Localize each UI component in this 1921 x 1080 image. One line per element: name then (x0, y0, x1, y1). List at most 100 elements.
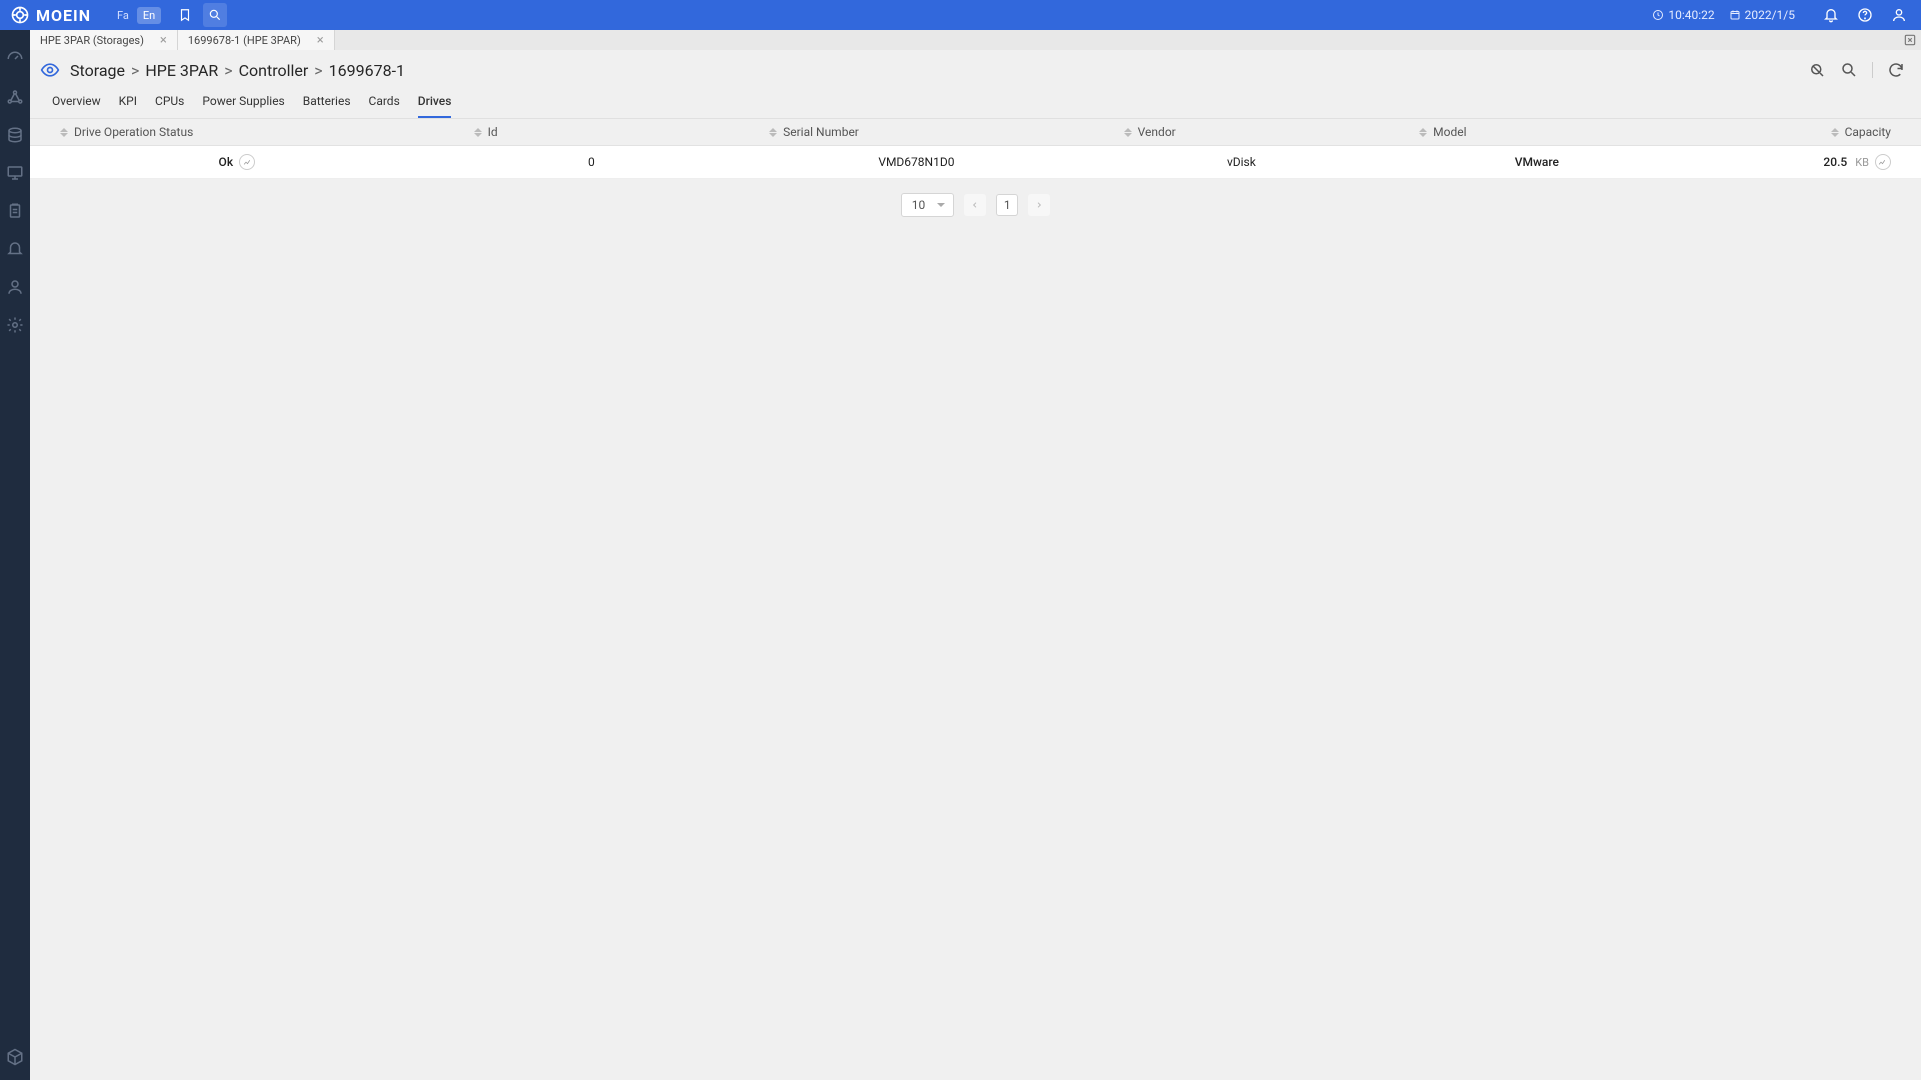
cell-model: VMware (1389, 154, 1684, 170)
tab-label: 1699678-1 (HPE 3PAR) (188, 34, 301, 47)
page-number[interactable]: 1 (996, 194, 1018, 216)
page-next-button[interactable] (1028, 194, 1050, 216)
breadcrumb: Storage > HPE 3PAR > Controller >1699678… (70, 61, 405, 80)
page-size-select[interactable]: 10 (901, 193, 955, 217)
col-label: Model (1433, 125, 1466, 139)
logo[interactable]: MOEIN (10, 5, 91, 25)
breadcrumb-hpe3par[interactable]: HPE 3PAR (145, 61, 218, 80)
refresh-button[interactable] (1887, 61, 1905, 79)
col-capacity[interactable]: Capacity (1685, 125, 1921, 139)
capacity-value: 20.5 (1823, 155, 1847, 169)
vendor-text: vDisk (1227, 155, 1256, 169)
col-serial[interactable]: Serial Number (739, 125, 1094, 139)
col-label: Drive Operation Status (74, 125, 193, 139)
subtab-kpi[interactable]: KPI (119, 94, 137, 118)
nav-dashboard[interactable] (6, 50, 24, 68)
app-shell: HPE 3PAR (Storages) × 1699678-1 (HPE 3PA… (0, 30, 1921, 1080)
table-header: Drive Operation Status Id Serial Number … (30, 119, 1921, 146)
tab-storages[interactable]: HPE 3PAR (Storages) × (30, 30, 178, 50)
view-icon (40, 60, 60, 80)
lang-fa-button[interactable]: Fa (111, 7, 135, 24)
help-button[interactable] (1853, 3, 1877, 27)
notifications-button[interactable] (1819, 3, 1843, 27)
breadcrumb-sep: > (131, 61, 139, 80)
cell-vendor: vDisk (1094, 154, 1389, 170)
nav-monitor[interactable] (6, 164, 24, 182)
refresh-icon (1887, 61, 1905, 79)
subtab-cards[interactable]: Cards (369, 94, 400, 118)
page-prev-button[interactable] (964, 194, 986, 216)
nav-storage[interactable] (6, 126, 24, 144)
user-menu-button[interactable] (1887, 3, 1911, 27)
pagination: 10 1 (30, 179, 1921, 231)
sort-icon[interactable] (1831, 128, 1839, 137)
tab-label: HPE 3PAR (Storages) (40, 34, 144, 47)
sort-icon[interactable] (60, 128, 68, 137)
monitor-icon (6, 164, 24, 182)
close-square-icon (1903, 33, 1917, 47)
page-header: Storage > HPE 3PAR > Controller >1699678… (30, 50, 1921, 80)
sort-icon[interactable] (474, 128, 482, 137)
subtab-power-supplies[interactable]: Power Supplies (202, 94, 284, 118)
clock-time: 10:40:22 (1668, 8, 1714, 22)
date-text: 2022/1/5 (1745, 8, 1795, 22)
col-label: Vendor (1138, 125, 1176, 139)
col-model[interactable]: Model (1389, 125, 1684, 139)
col-label: Capacity (1845, 125, 1891, 139)
col-id[interactable]: Id (444, 125, 739, 139)
side-rail (0, 30, 30, 1080)
subtab-drives[interactable]: Drives (418, 94, 452, 118)
breadcrumb-controller[interactable]: Controller (239, 61, 309, 80)
mini-chart-icon (1878, 158, 1887, 167)
main-area: HPE 3PAR (Storages) × 1699678-1 (HPE 3PA… (30, 30, 1921, 1080)
breadcrumb-current: 1699678-1 (329, 61, 405, 80)
table-row[interactable]: Ok 0 VMD678N1D0 vDisk VMware (30, 146, 1921, 179)
drives-table: Drive Operation Status Id Serial Number … (30, 119, 1921, 179)
sort-icon[interactable] (769, 128, 777, 137)
clock-display: 10:40:22 (1652, 8, 1714, 22)
tab-strip-spacer (335, 30, 1899, 50)
clock-icon (1652, 9, 1664, 21)
capacity-chart-button[interactable] (1875, 154, 1891, 170)
sub-tabs: Overview KPI CPUs Power Supplies Batteri… (30, 80, 1921, 119)
filter-off-button[interactable] (1808, 61, 1826, 79)
bookmark-button[interactable] (173, 3, 197, 27)
subtab-overview[interactable]: Overview (52, 94, 101, 118)
capacity-unit: KB (1855, 156, 1869, 169)
cell-capacity: 20.5 KB (1685, 154, 1921, 170)
search-icon (1840, 61, 1858, 79)
bell-outline-icon (6, 240, 24, 258)
breadcrumb-storage[interactable]: Storage (70, 61, 125, 80)
breadcrumb-sep: > (224, 61, 232, 80)
user-outline-icon (6, 278, 24, 296)
col-status[interactable]: Drive Operation Status (30, 125, 444, 139)
sort-icon[interactable] (1124, 128, 1132, 137)
close-all-tabs-button[interactable] (1899, 30, 1921, 50)
tab-controller[interactable]: 1699678-1 (HPE 3PAR) × (178, 30, 335, 50)
search-in-page-button[interactable] (1840, 61, 1858, 79)
nav-cube[interactable] (6, 1048, 24, 1066)
cell-status: Ok (30, 154, 444, 170)
nav-users[interactable] (6, 278, 24, 296)
nav-alerts[interactable] (6, 240, 24, 258)
col-vendor[interactable]: Vendor (1094, 125, 1389, 139)
breadcrumb-sep: > (314, 61, 322, 80)
logo-icon (10, 5, 30, 25)
topology-icon (6, 88, 24, 106)
tab-close-button[interactable]: × (160, 34, 167, 47)
top-bar: MOEIN Fa En 10:40:22 2022/1/5 (0, 0, 1921, 30)
nav-topology[interactable] (6, 88, 24, 106)
tab-close-button[interactable]: × (317, 34, 324, 47)
storage-icon (6, 126, 24, 144)
search-button[interactable] (203, 3, 227, 27)
nav-settings[interactable] (6, 316, 24, 334)
subtab-batteries[interactable]: Batteries (303, 94, 351, 118)
bookmark-icon (178, 8, 192, 22)
status-chart-button[interactable] (239, 154, 255, 170)
sort-icon[interactable] (1419, 128, 1427, 137)
subtab-cpus[interactable]: CPUs (155, 94, 184, 118)
chevron-left-icon (971, 201, 979, 209)
lang-en-button[interactable]: En (137, 7, 161, 24)
nav-reports[interactable] (6, 202, 24, 220)
status-text: Ok (219, 155, 234, 169)
